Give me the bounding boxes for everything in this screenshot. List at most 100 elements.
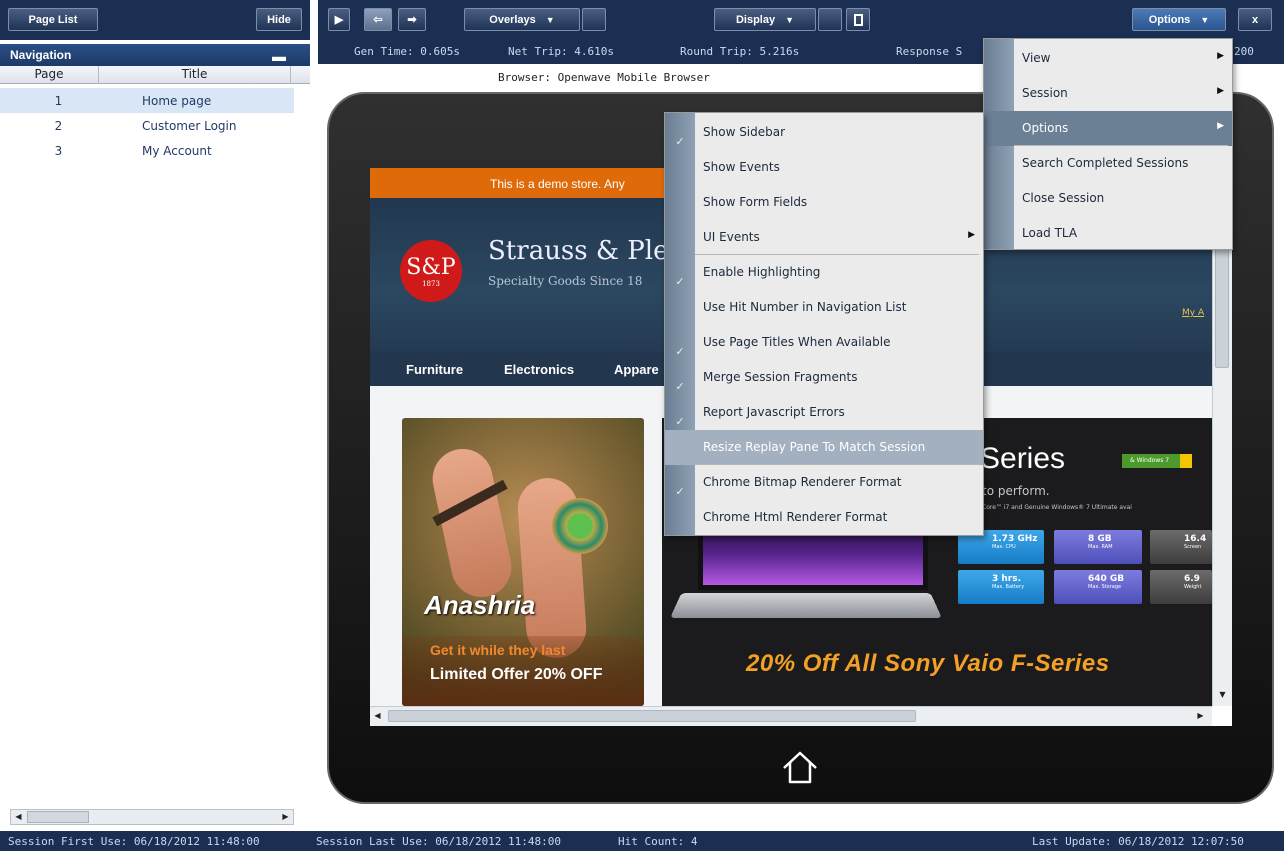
scroll-thumb[interactable] (1215, 248, 1229, 368)
spec-tile: 8 GB Max. RAM (1054, 530, 1142, 564)
scroll-down-icon[interactable]: ▼ (1215, 688, 1230, 702)
table-row[interactable]: 2 Customer Login (0, 113, 294, 138)
menu-item-use-hit-number[interactable]: Use Hit Number in Navigation List (695, 290, 983, 325)
menu-item-session[interactable]: Session ▶ (1014, 76, 1232, 111)
my-account-link[interactable]: My A (1182, 308, 1204, 318)
arrow-right-icon: ➡ (407, 14, 417, 26)
laptop-image (670, 593, 942, 618)
display-dropdown[interactable]: Display ▼ (714, 8, 816, 31)
collapse-icon[interactable]: ▬ (272, 49, 286, 63)
page-list-button[interactable]: Page List (8, 8, 98, 31)
play-icon: ▶ (334, 14, 344, 26)
menu-item-close-session[interactable]: Close Session (1014, 181, 1232, 216)
gen-time: Gen Time: 0.605s (354, 45, 460, 58)
menu-item-label: Report Javascript Errors (703, 405, 845, 419)
viewport-horizontal-scrollbar[interactable]: ◀ ▶ (370, 706, 1212, 726)
overlays-dropdown[interactable]: Overlays ▼ (464, 8, 580, 31)
menu-item-label: View (1022, 51, 1051, 65)
menu-item-resize-replay-pane[interactable]: Resize Replay Pane To Match Session (665, 430, 983, 465)
column-page[interactable]: Page (0, 66, 99, 84)
menu-item-search-completed-sessions[interactable]: Search Completed Sessions (1014, 146, 1232, 181)
menu-item-label: Enable Highlighting (703, 265, 821, 279)
menu-item-label: Merge Session Fragments (703, 370, 858, 384)
menu-item-show-form-fields[interactable]: Show Form Fields (695, 185, 983, 220)
navigation-scrollbar[interactable]: ◀ ▶ (10, 809, 294, 825)
options-label: Options (1148, 13, 1191, 26)
scroll-right-icon[interactable]: ▶ (278, 810, 293, 824)
scroll-right-icon[interactable]: ▶ (1193, 709, 1208, 723)
navigation-header: Navigation ▬ (0, 44, 310, 66)
spec-label: Max. CPU (992, 544, 1016, 550)
promo-offer: Limited Offer 20% OFF (430, 666, 603, 683)
menu-item-use-page-titles[interactable]: Use Page Titles When Available (695, 325, 983, 360)
play-button[interactable]: ▶ (328, 8, 350, 31)
menu-item-view[interactable]: View ▶ (1014, 41, 1232, 76)
options-menu: View ▶ Session ▶ Options ▶ Search Completed… (983, 38, 1233, 250)
close-icon: x (1251, 13, 1259, 26)
store-tagline: Specialty Goods Since 18 (488, 274, 643, 288)
last-update: Last Update: 06/18/2012 12:07:50 (1032, 835, 1244, 848)
menu-item-label: Chrome Bitmap Renderer Format (703, 475, 902, 489)
laptop-offer: 20% Off All Sony Vaio F-Series (746, 650, 1110, 677)
navigation-title: Navigation (10, 48, 72, 62)
menu-item-enable-highlighting[interactable]: Enable Highlighting (695, 255, 983, 290)
submenu-arrow-icon: ▶ (1217, 51, 1224, 61)
menu-item-merge-session-fragments[interactable]: Merge Session Fragments (695, 360, 983, 395)
store-logo[interactable]: S&P 1873 (400, 240, 462, 302)
sandal-promo[interactable]: Anashria Get it while they last Limited … (402, 418, 644, 706)
menu-item-show-events[interactable]: Show Events (695, 150, 983, 185)
display-extra-button[interactable] (818, 8, 842, 31)
menu-item-load-tla[interactable]: Load TLA (1014, 216, 1232, 251)
overlays-extra-button[interactable] (582, 8, 606, 31)
status-bar: Session First Use: 06/18/2012 11:48:00 S… (0, 831, 1284, 851)
page-number: 3 (54, 143, 63, 158)
hit-count: Hit Count: 4 (618, 835, 698, 848)
page-number: 2 (54, 118, 63, 133)
previous-page-button[interactable]: ⇦ (364, 8, 392, 31)
windows-badge-text: & Windows 7 (1130, 457, 1170, 464)
options-dropdown[interactable]: Options ▼ (1132, 8, 1226, 31)
device-frame-button[interactable] (846, 8, 870, 31)
submenu-arrow-icon: ▶ (1217, 86, 1224, 96)
column-title[interactable]: Title (99, 66, 291, 84)
page-title: My Account (142, 143, 212, 158)
menu-item-label: Show Form Fields (703, 195, 808, 209)
checkmark-icon: ✓ (675, 415, 685, 428)
nav-furniture[interactable]: Furniture (406, 362, 463, 377)
menu-item-report-js-errors[interactable]: Report Javascript Errors (695, 395, 983, 430)
left-toolbar: Page List Hide (0, 0, 310, 40)
close-button[interactable]: x (1238, 8, 1272, 31)
scroll-thumb[interactable] (388, 710, 916, 722)
spec-label: Screen (1184, 544, 1202, 550)
menu-item-chrome-html-renderer[interactable]: Chrome Html Renderer Format (695, 500, 983, 535)
session-last-use: Session Last Use: 06/18/2012 11:48:00 (316, 835, 562, 848)
menu-item-show-sidebar[interactable]: Show Sidebar (695, 115, 983, 150)
next-page-button[interactable]: ➡ (398, 8, 426, 31)
checkmark-icon: ✓ (675, 485, 685, 498)
nav-apparel[interactable]: Appare (614, 362, 659, 377)
spec-value: 3 hrs. (992, 574, 1022, 584)
menu-item-ui-events[interactable]: UI Events ▶ (695, 220, 983, 255)
scroll-thumb[interactable] (27, 811, 89, 823)
spec-value: 6.9 (1184, 574, 1200, 584)
home-icon[interactable] (780, 748, 820, 788)
table-row[interactable]: 1 Home page (0, 88, 294, 113)
table-row[interactable]: 3 My Account (0, 138, 294, 163)
nav-electronics[interactable]: Electronics (504, 362, 574, 377)
overlays-label: Overlays (489, 13, 536, 26)
scroll-left-icon[interactable]: ◀ (11, 810, 26, 824)
page-number: 1 (54, 93, 63, 108)
menu-item-label: Resize Replay Pane To Match Session (703, 440, 926, 454)
arrow-left-icon: ⇦ (373, 14, 383, 26)
spec-value: 16.4 (1184, 534, 1207, 544)
caret-down-icon: ▼ (785, 14, 795, 25)
scroll-left-icon[interactable]: ◀ (370, 709, 385, 723)
frame-icon (853, 13, 863, 26)
menu-item-label: Show Sidebar (703, 125, 786, 139)
menu-item-chrome-bitmap-renderer[interactable]: Chrome Bitmap Renderer Format (695, 465, 983, 500)
spec-tile: 3 hrs. Max. Battery (958, 570, 1044, 604)
menu-item-label: Show Events (703, 160, 780, 174)
hide-button[interactable]: Hide (256, 8, 302, 31)
menu-item-label: Use Hit Number in Navigation List (703, 300, 907, 314)
menu-item-options[interactable]: Options ▶ (984, 111, 1232, 146)
